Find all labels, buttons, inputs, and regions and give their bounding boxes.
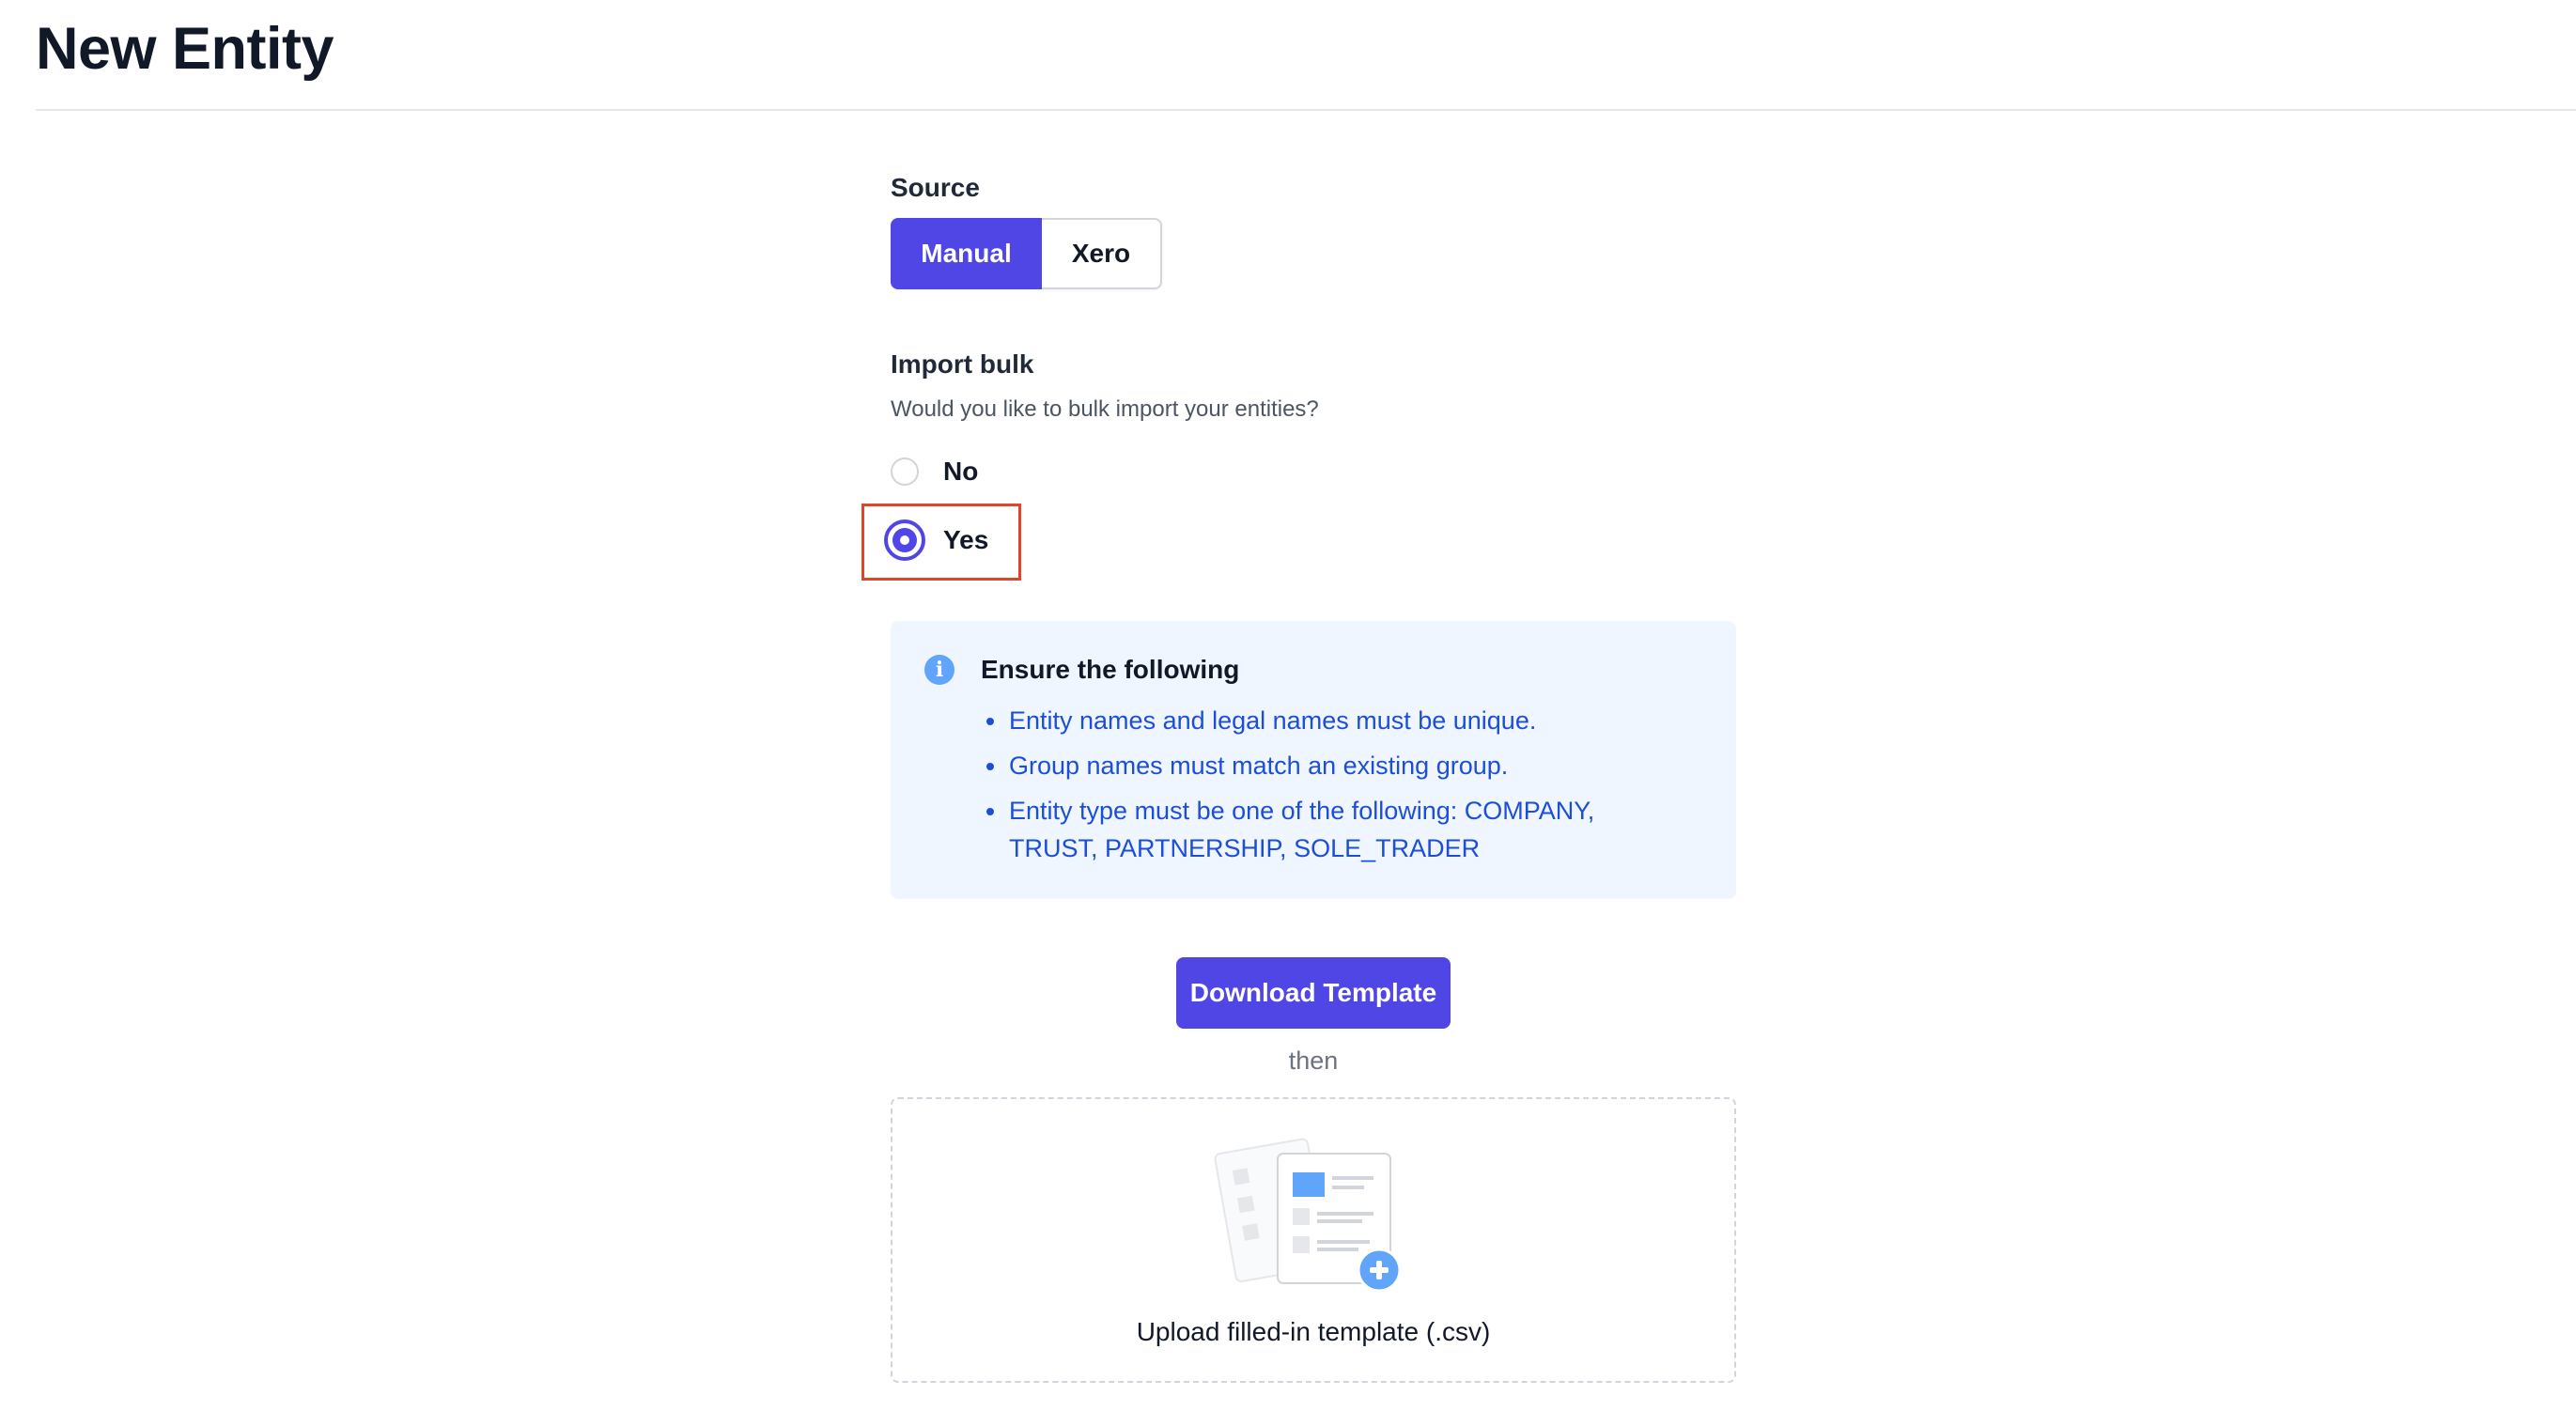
page-title: New Entity xyxy=(36,16,334,82)
info-title: Ensure the following xyxy=(981,655,1240,684)
import-bulk-radio-yes[interactable]: Yes xyxy=(884,519,989,561)
info-panel: i Ensure the following Entity names and … xyxy=(891,621,1736,899)
import-bulk-help-text: Would you like to bulk import your entit… xyxy=(891,396,1319,422)
then-text: then xyxy=(1288,1047,1339,1075)
info-list-item: Group names must match an existing group… xyxy=(981,747,1676,784)
radio-yes-dot xyxy=(892,528,917,552)
info-list-item: Entity names and legal names must be uni… xyxy=(981,702,1676,739)
radio-yes-label: Yes xyxy=(943,525,989,554)
radio-yes-circle[interactable] xyxy=(884,519,925,561)
source-segmented-control: Manual Xero xyxy=(891,218,1162,289)
radio-no-label: No xyxy=(943,457,979,486)
radio-no-circle[interactable] xyxy=(891,457,919,486)
source-xero-button[interactable]: Xero xyxy=(1042,218,1162,289)
download-template-button[interactable]: Download Template xyxy=(1176,957,1451,1029)
upload-file-icon xyxy=(1214,1138,1402,1293)
info-list: Entity names and legal names must be uni… xyxy=(981,702,1676,875)
new-entity-page: New Entity Source Manual Xero Import bul… xyxy=(0,0,2576,1411)
source-manual-button[interactable]: Manual xyxy=(891,218,1042,289)
upload-label: Upload filled-in template (.csv) xyxy=(1136,1317,1491,1346)
info-list-item: Entity type must be one of the following… xyxy=(981,792,1676,867)
info-icon: i xyxy=(924,655,954,685)
upload-dropzone[interactable]: Upload filled-in template (.csv) xyxy=(891,1097,1736,1383)
source-label: Source xyxy=(891,173,980,202)
import-bulk-label: Import bulk xyxy=(891,349,1034,379)
new-entity-form: Source Manual Xero Import bulk Would you… xyxy=(861,0,1736,1411)
import-bulk-radio-no[interactable]: No xyxy=(891,457,978,487)
